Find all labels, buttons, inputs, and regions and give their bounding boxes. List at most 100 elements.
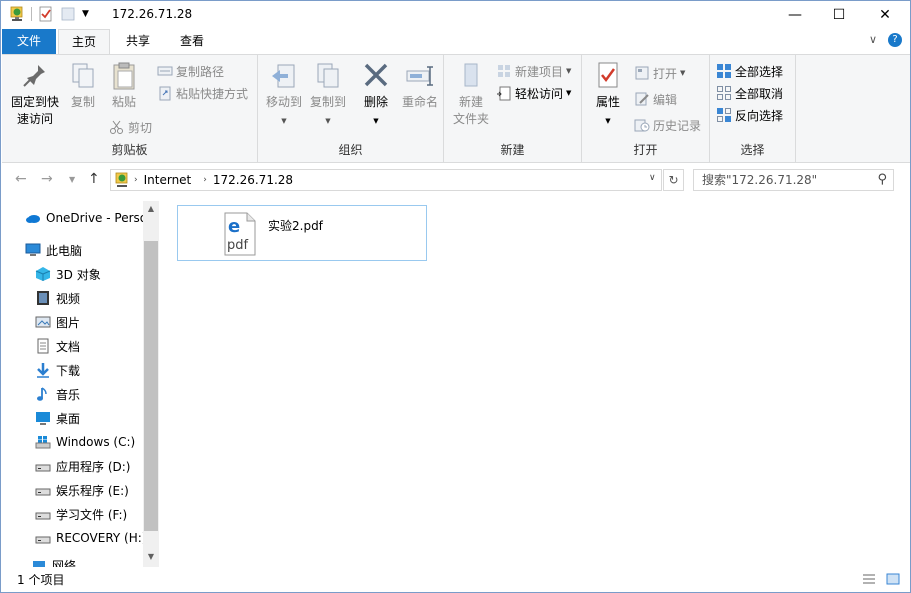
minimize-button[interactable]: — xyxy=(772,1,818,29)
scroll-up-icon[interactable]: ▲ xyxy=(143,201,159,217)
select-all-label: 全部选择 xyxy=(735,64,784,79)
move-to-button[interactable]: 移动到 ▼ xyxy=(262,61,306,130)
nav-item-desktop[interactable]: 桌面 xyxy=(35,407,143,429)
nav-item-network[interactable]: 网络 xyxy=(31,557,143,567)
breadcrumb-internet[interactable]: Internet xyxy=(144,173,192,187)
cut-button[interactable]: 剪切 xyxy=(109,117,152,137)
nav-label: OneDrive - Perso xyxy=(46,211,143,225)
copy-to-label: 复制到 xyxy=(309,95,346,109)
select-all-icon xyxy=(717,64,731,78)
nav-item-drive-h[interactable]: RECOVERY (H:) xyxy=(35,527,143,549)
forward-arrow-icon[interactable]: → xyxy=(41,171,53,187)
properties-check-icon[interactable] xyxy=(38,6,54,22)
ribbon-tabs: 文件 主页 共享 查看 ∨ ? xyxy=(1,29,910,55)
nav-item-pictures[interactable]: 图片 xyxy=(35,311,143,333)
nav-label: 应用程序 (D:) xyxy=(56,459,131,474)
recent-locations-chevron-icon[interactable]: ▼ xyxy=(69,175,75,184)
search-icon[interactable]: ⚲ xyxy=(877,170,887,190)
edit-button[interactable]: 编辑 xyxy=(634,89,677,109)
nav-item-3d-objects[interactable]: 3D 对象 xyxy=(35,263,143,285)
tab-file[interactable]: 文件 xyxy=(2,29,56,54)
tab-share[interactable]: 共享 xyxy=(112,29,164,54)
open-label: 打开 xyxy=(653,66,678,81)
pin-quick-access-button[interactable]: 固定到快 速访问 xyxy=(8,61,62,128)
breadcrumb-current[interactable]: 172.26.71.28 xyxy=(213,173,293,187)
pdf-edge-icon: e pdf xyxy=(224,212,256,256)
new-item-icon xyxy=(498,65,510,77)
rename-label: 重命名 xyxy=(401,95,438,109)
navigation-pane: OneDrive - Perso 此电脑 3D 对象 视频 图片 文档 下载 音… xyxy=(1,201,159,567)
network-icon xyxy=(33,561,45,567)
nav-item-drive-d[interactable]: 应用程序 (D:) xyxy=(35,455,143,477)
breadcrumb-chevron-icon[interactable]: › xyxy=(134,175,138,185)
nav-label: 此电脑 xyxy=(46,243,83,258)
copy-button[interactable]: 复制 xyxy=(64,61,102,111)
properties-label: 属性 xyxy=(595,95,620,109)
invert-selection-button[interactable]: 反向选择 xyxy=(716,105,783,125)
up-arrow-icon[interactable]: ↑ xyxy=(88,171,100,187)
easy-access-button[interactable]: 轻松访问 ▼ xyxy=(496,83,571,103)
properties-button[interactable]: 属性 ▼ xyxy=(588,61,628,130)
select-group-label: 选择 xyxy=(740,143,765,157)
nav-item-documents[interactable]: 文档 xyxy=(35,335,143,357)
nav-item-drive-f[interactable]: 学习文件 (F:) xyxy=(35,503,143,525)
copy-path-button[interactable]: 复制路径 xyxy=(157,61,224,81)
large-icons-view-icon[interactable] xyxy=(885,571,901,587)
history-label: 历史记录 xyxy=(653,118,702,133)
history-button[interactable]: 历史记录 xyxy=(634,115,701,135)
help-icon[interactable]: ? xyxy=(888,33,902,47)
paste-button[interactable]: 粘贴 xyxy=(104,61,144,111)
delete-label: 删除 xyxy=(363,95,388,109)
copy-to-icon xyxy=(317,63,339,88)
invert-selection-icon xyxy=(717,108,731,122)
file-item[interactable]: e pdf 实验2.pdf xyxy=(177,205,427,261)
ribbon-collapse-icon[interactable]: ∨ xyxy=(869,33,877,46)
close-button[interactable]: ✕ xyxy=(862,1,908,29)
nav-item-downloads[interactable]: 下载 xyxy=(35,359,143,381)
select-all-button[interactable]: 全部选择 xyxy=(716,61,783,81)
cube-icon xyxy=(35,267,51,281)
drive-icon xyxy=(35,488,51,496)
copy-to-button[interactable]: 复制到 ▼ xyxy=(306,61,350,130)
organize-group-label: 组织 xyxy=(338,143,363,157)
breadcrumb-chevron-icon[interactable]: › xyxy=(203,175,207,185)
delete-button[interactable]: 删除 ▼ xyxy=(356,61,396,130)
scroll-down-icon[interactable]: ▼ xyxy=(143,549,159,565)
back-arrow-icon[interactable]: ← xyxy=(15,171,27,187)
search-box[interactable]: 搜索"172.26.71.28" ⚲ xyxy=(693,169,894,191)
nav-item-drive-e[interactable]: 娱乐程序 (E:) xyxy=(35,479,143,501)
ribbon-group-clipboard: 固定到快 速访问 复制 粘贴 复制路径 粘贴快捷方式 剪切 剪贴板 xyxy=(2,55,258,162)
tab-home[interactable]: 主页 xyxy=(58,29,110,55)
paste-icon xyxy=(113,62,135,90)
network-location-icon[interactable] xyxy=(9,6,25,22)
copy-icon xyxy=(72,63,94,88)
nav-scroll-thumb[interactable] xyxy=(144,241,158,531)
drive-icon xyxy=(35,512,51,520)
new-folder-icon[interactable] xyxy=(60,6,76,22)
new-item-button[interactable]: 新建项目 ▼ xyxy=(496,61,571,81)
new-group-label: 新建 xyxy=(500,143,525,157)
nav-item-onedrive[interactable]: OneDrive - Perso xyxy=(25,207,143,229)
nav-label: 视频 xyxy=(56,291,81,306)
maximize-button[interactable]: ☐ xyxy=(816,1,862,29)
nav-item-drive-c[interactable]: Windows (C:) xyxy=(35,431,143,453)
nav-scrollbar[interactable]: ▲ ▼ xyxy=(143,201,159,567)
open-button[interactable]: 打开 ▼ xyxy=(634,63,685,83)
tab-view[interactable]: 查看 xyxy=(166,29,218,54)
address-dropdown-icon[interactable]: ∨ xyxy=(649,173,656,183)
paste-shortcut-button[interactable]: 粘贴快捷方式 xyxy=(157,83,248,103)
refresh-button[interactable]: ↻ xyxy=(663,169,684,191)
select-none-button[interactable]: 全部取消 xyxy=(716,83,783,103)
address-bar[interactable]: › Internet › 172.26.71.28 xyxy=(110,169,662,191)
cloud-icon xyxy=(26,215,40,223)
rename-button[interactable]: 重命名 xyxy=(398,61,442,111)
nav-item-videos[interactable]: 视频 xyxy=(35,287,143,309)
nav-item-this-pc[interactable]: 此电脑 xyxy=(25,239,143,261)
new-folder-button[interactable]: 新建 文件夹 xyxy=(448,61,494,128)
qat-dropdown-icon[interactable]: ▼ xyxy=(82,9,89,19)
nav-item-music[interactable]: 音乐 xyxy=(35,383,143,405)
details-view-icon[interactable] xyxy=(861,571,877,587)
window-title: 172.26.71.28 xyxy=(112,7,193,21)
open-group-label: 打开 xyxy=(633,143,658,157)
paste-shortcut-label: 粘贴快捷方式 xyxy=(176,86,249,101)
